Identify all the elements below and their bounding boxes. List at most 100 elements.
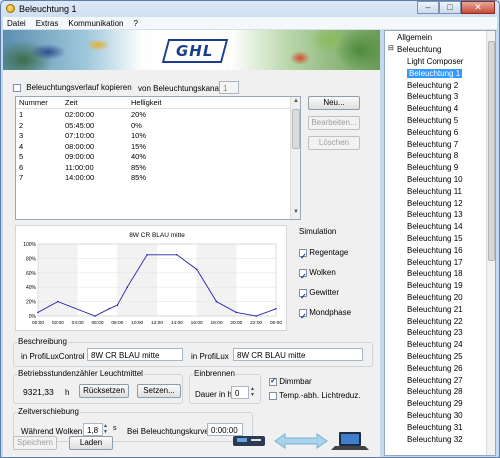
wolken-unit: s bbox=[113, 425, 117, 432]
tree-item-beleuchtung-24[interactable]: Beleuchtung 24 bbox=[407, 340, 463, 349]
menu-extras[interactable]: Extras bbox=[36, 19, 59, 28]
wolken-delay-label: Während Wolken bbox=[21, 427, 83, 436]
tree-item-beleuchtung-9[interactable]: Beleuchtung 9 bbox=[407, 163, 458, 172]
tree-item-beleuchtung-26[interactable]: Beleuchtung 26 bbox=[407, 364, 463, 373]
tree-item-beleuchtung-13[interactable]: Beleuchtung 13 bbox=[407, 210, 463, 219]
temp-option[interactable]: Temp.-abh. Lichtreduz. bbox=[269, 391, 360, 400]
new-button[interactable]: Neu... bbox=[308, 96, 360, 110]
tree-scroll-thumb[interactable] bbox=[488, 41, 495, 261]
chart-ytick: 60% bbox=[26, 271, 37, 277]
chart-xtick: 12:00 bbox=[151, 320, 163, 326]
tree-item-beleuchtung-23[interactable]: Beleuchtung 23 bbox=[407, 328, 463, 337]
dimmbar-checkbox[interactable] bbox=[269, 376, 277, 386]
save-button[interactable]: Speichern bbox=[13, 436, 57, 450]
edit-button[interactable]: Bearbeiten... bbox=[308, 116, 360, 130]
chart-data-point bbox=[215, 300, 218, 303]
tree-item-beleuchtung-19[interactable]: Beleuchtung 19 bbox=[407, 281, 463, 290]
minimize-button[interactable]: – bbox=[417, 1, 439, 14]
tree-item-beleuchtung-12[interactable]: Beleuchtung 12 bbox=[407, 199, 463, 208]
scroll-down-icon[interactable]: ▼ bbox=[292, 209, 300, 218]
tree-item-beleuchtung-21[interactable]: Beleuchtung 21 bbox=[407, 305, 463, 314]
tree-expand-icon[interactable]: ⊟ bbox=[388, 44, 394, 52]
tree-item-beleuchtung-4[interactable]: Beleuchtung 4 bbox=[407, 104, 458, 113]
delete-button[interactable]: Löschen bbox=[308, 136, 360, 150]
tree-item-light-composer[interactable]: Light Composer bbox=[407, 57, 463, 66]
chart-xtick: 04:00 bbox=[72, 320, 84, 326]
tree-item-beleuchtung-1[interactable]: Beleuchtung 1 bbox=[407, 68, 463, 78]
tree-item-beleuchtung-14[interactable]: Beleuchtung 14 bbox=[407, 222, 463, 231]
tree-item-beleuchtung-29[interactable]: Beleuchtung 29 bbox=[407, 399, 463, 408]
beschreibung-title: Beschreibung bbox=[17, 337, 68, 346]
tree-item-beleuchtung-18[interactable]: Beleuchtung 18 bbox=[407, 269, 463, 278]
dimmbar-option[interactable]: Dimmbar bbox=[269, 376, 312, 386]
table-row[interactable]: 4 08:00:00 15% bbox=[16, 141, 300, 152]
gewitter-checkbox[interactable] bbox=[299, 287, 307, 307]
tree-item-allgemein[interactable]: Allgemein bbox=[397, 33, 432, 42]
regentage-checkbox[interactable] bbox=[299, 247, 307, 267]
einbrennen-spinner-icon[interactable]: ▲ ▼ bbox=[250, 386, 255, 398]
maximize-button[interactable]: □ bbox=[439, 1, 461, 14]
menu-datei[interactable]: Datei bbox=[7, 19, 26, 28]
wolken-checkbox[interactable] bbox=[299, 267, 307, 287]
einbrennen-field[interactable]: 0 bbox=[231, 386, 249, 399]
scroll-thumb[interactable] bbox=[292, 109, 300, 149]
chart-data-point bbox=[94, 315, 96, 317]
tree-item-beleuchtung-25[interactable]: Beleuchtung 25 bbox=[407, 352, 463, 361]
lux-name-field[interactable]: 8W CR BLAU mitte bbox=[233, 348, 363, 361]
tree-item-beleuchtung-28[interactable]: Beleuchtung 28 bbox=[407, 387, 463, 396]
tree-item-beleuchtung-20[interactable]: Beleuchtung 20 bbox=[407, 293, 463, 302]
col-zeit[interactable]: Zeit bbox=[62, 97, 128, 108]
tree-item-beleuchtung-6[interactable]: Beleuchtung 6 bbox=[407, 128, 458, 137]
tree-item-beleuchtung-30[interactable]: Beleuchtung 30 bbox=[407, 411, 463, 420]
col-helligkeit[interactable]: Helligkeit bbox=[128, 97, 278, 108]
tree-item-beleuchtung-11[interactable]: Beleuchtung 11 bbox=[407, 187, 462, 196]
sim-regentage[interactable]: Regentage bbox=[299, 243, 351, 267]
table-row[interactable]: 7 14:00:00 85% bbox=[16, 172, 300, 183]
set-button[interactable]: Setzen... bbox=[137, 384, 181, 398]
tree-item-beleuchtung[interactable]: Beleuchtung bbox=[397, 45, 441, 54]
tree-scrollbar[interactable] bbox=[486, 31, 495, 455]
wolken-spinner-icon[interactable]: ▲ ▼ bbox=[103, 423, 108, 435]
chart-data-point bbox=[116, 304, 119, 306]
table-row[interactable]: 5 09:00:00 40% bbox=[16, 151, 300, 162]
menu-help[interactable]: ? bbox=[134, 19, 138, 28]
temp-checkbox[interactable] bbox=[269, 391, 277, 400]
load-button[interactable]: Laden bbox=[69, 436, 113, 450]
chart-ytick: 20% bbox=[26, 300, 37, 306]
counter-value: 9321,33 bbox=[23, 387, 54, 397]
tree-item-beleuchtung-27[interactable]: Beleuchtung 27 bbox=[407, 376, 463, 385]
tree-item-beleuchtung-17[interactable]: Beleuchtung 17 bbox=[407, 258, 463, 267]
mondphase-checkbox[interactable] bbox=[299, 307, 307, 327]
chart-xtick: 14:00 bbox=[171, 320, 183, 326]
table-row[interactable]: 6 11:00:00 85% bbox=[16, 162, 300, 173]
close-button[interactable]: ✕ bbox=[461, 1, 495, 14]
channel-field[interactable]: 1 bbox=[219, 81, 239, 94]
menu-kommunikation[interactable]: Kommunikation bbox=[68, 19, 123, 28]
tree-item-beleuchtung-32[interactable]: Beleuchtung 32 bbox=[407, 435, 463, 444]
tree-item-beleuchtung-31[interactable]: Beleuchtung 31 bbox=[407, 423, 463, 432]
table-row[interactable]: 1 02:00:00 20% bbox=[16, 109, 300, 120]
einbrennen-title: Einbrennen bbox=[193, 369, 236, 378]
copy-checkbox[interactable] bbox=[13, 83, 21, 92]
table-row[interactable]: 2 05:45:00 0% bbox=[16, 120, 300, 131]
control-name-field[interactable]: 8W CR BLAU mitte bbox=[87, 348, 183, 361]
tree-item-beleuchtung-16[interactable]: Beleuchtung 16 bbox=[407, 246, 463, 255]
tree-item-beleuchtung-2[interactable]: Beleuchtung 2 bbox=[407, 81, 458, 90]
tree-item-beleuchtung-3[interactable]: Beleuchtung 3 bbox=[407, 92, 458, 101]
wolken-delay-field[interactable]: 1,8 bbox=[83, 423, 103, 436]
col-nummer[interactable]: Nummer bbox=[16, 97, 62, 108]
reset-button[interactable]: Rücksetzen bbox=[79, 384, 129, 398]
tree-item-beleuchtung-8[interactable]: Beleuchtung 8 bbox=[407, 151, 458, 160]
tree-item-beleuchtung-22[interactable]: Beleuchtung 22 bbox=[407, 317, 463, 326]
sim-gewitter[interactable]: Gewitter bbox=[299, 283, 351, 307]
tree-item-beleuchtung-5[interactable]: Beleuchtung 5 bbox=[407, 116, 458, 125]
table-row[interactable]: 3 07:10:00 10% bbox=[16, 130, 300, 141]
sim-wolken[interactable]: Wolken bbox=[299, 263, 351, 287]
tree-item-beleuchtung-7[interactable]: Beleuchtung 7 bbox=[407, 140, 458, 149]
table-scrollbar[interactable]: ▲ ▼ bbox=[290, 97, 300, 219]
scroll-up-icon[interactable]: ▲ bbox=[292, 98, 300, 107]
sim-mondphase[interactable]: Mondphase bbox=[299, 303, 351, 327]
tree-item-beleuchtung-10[interactable]: Beleuchtung 10 bbox=[407, 175, 463, 184]
tree-item-beleuchtung-15[interactable]: Beleuchtung 15 bbox=[407, 234, 463, 243]
chart-band bbox=[38, 244, 78, 316]
